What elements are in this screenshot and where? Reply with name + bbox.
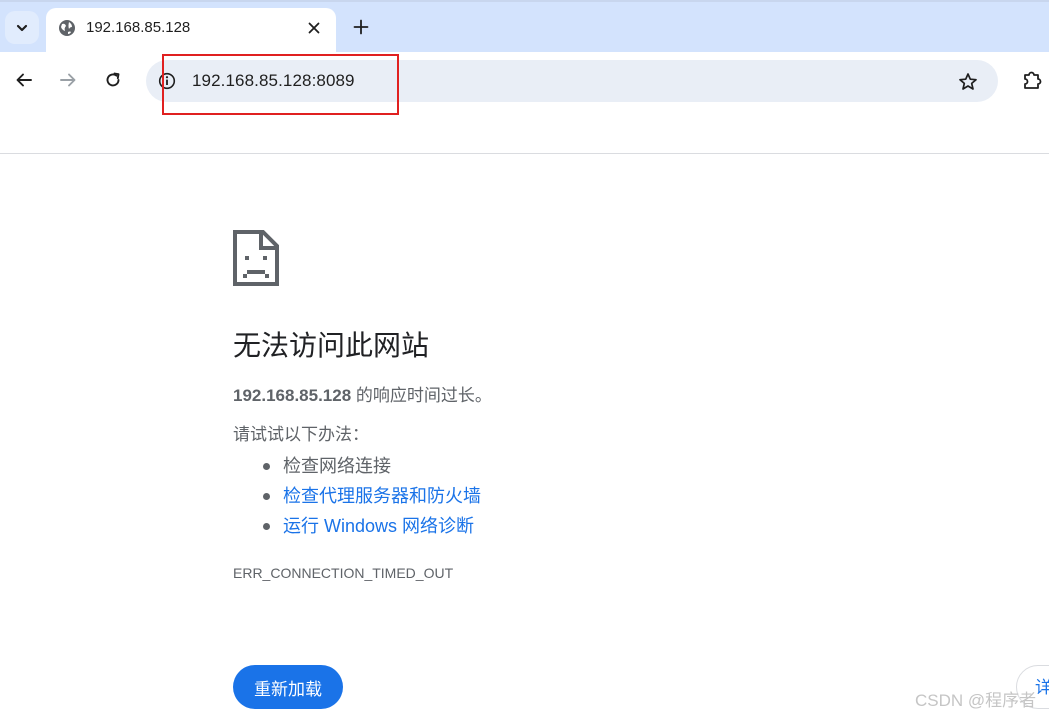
chevron-down-icon xyxy=(16,24,28,31)
error-host: 192.168.85.128 xyxy=(233,386,352,405)
error-title: 无法访问此网站 xyxy=(233,330,430,361)
address-bar[interactable]: 192.168.85.128:8089 xyxy=(146,60,998,102)
tab-title: 192.168.85.128 xyxy=(86,19,191,36)
info-icon xyxy=(158,72,176,90)
suggestion-run-diagnostics-link[interactable]: 运行 Windows 网络诊断 xyxy=(233,511,481,541)
suggestion-check-network: 检查网络连接 xyxy=(233,451,481,481)
reload-button[interactable] xyxy=(97,64,129,96)
tab-close-button[interactable] xyxy=(302,16,326,40)
tab-strip: 192.168.85.128 xyxy=(0,0,1049,52)
close-icon xyxy=(308,22,320,34)
site-info-button[interactable] xyxy=(156,70,178,92)
plus-icon xyxy=(353,19,369,35)
reload-icon xyxy=(106,72,120,87)
active-tab[interactable]: 192.168.85.128 xyxy=(46,8,336,52)
details-button[interactable]: 详 xyxy=(1016,665,1049,709)
error-message: 192.168.85.128 的响应时间过长。 xyxy=(233,384,492,408)
extensions-button[interactable] xyxy=(1018,66,1046,94)
error-code: ERR_CONNECTION_TIMED_OUT xyxy=(233,565,454,581)
arrow-right-icon xyxy=(60,73,76,87)
tab-search-button[interactable] xyxy=(5,11,39,44)
url-text[interactable]: 192.168.85.128:8089 xyxy=(192,60,355,102)
globe-icon xyxy=(59,20,75,36)
star-icon xyxy=(959,73,977,90)
new-tab-button[interactable] xyxy=(346,12,376,42)
toolbar-divider xyxy=(0,153,1049,154)
arrow-left-icon xyxy=(16,73,32,87)
error-message-text: 的响应时间过长。 xyxy=(351,386,492,405)
suggestion-check-proxy-link[interactable]: 检查代理服务器和防火墙 xyxy=(233,481,481,511)
suggestions-heading: 请试试以下办法： xyxy=(233,425,369,444)
bookmark-button[interactable] xyxy=(956,70,980,94)
forward-button[interactable] xyxy=(52,64,84,96)
reload-page-button[interactable]: 重新加载 xyxy=(233,665,343,709)
sad-page-icon xyxy=(233,230,279,286)
puzzle-icon xyxy=(1024,71,1042,89)
suggestions-list: 检查网络连接 检查代理服务器和防火墙 运行 Windows 网络诊断 xyxy=(233,451,481,541)
browser-toolbar: 192.168.85.128:8089 xyxy=(0,52,1049,110)
back-button[interactable] xyxy=(8,64,40,96)
